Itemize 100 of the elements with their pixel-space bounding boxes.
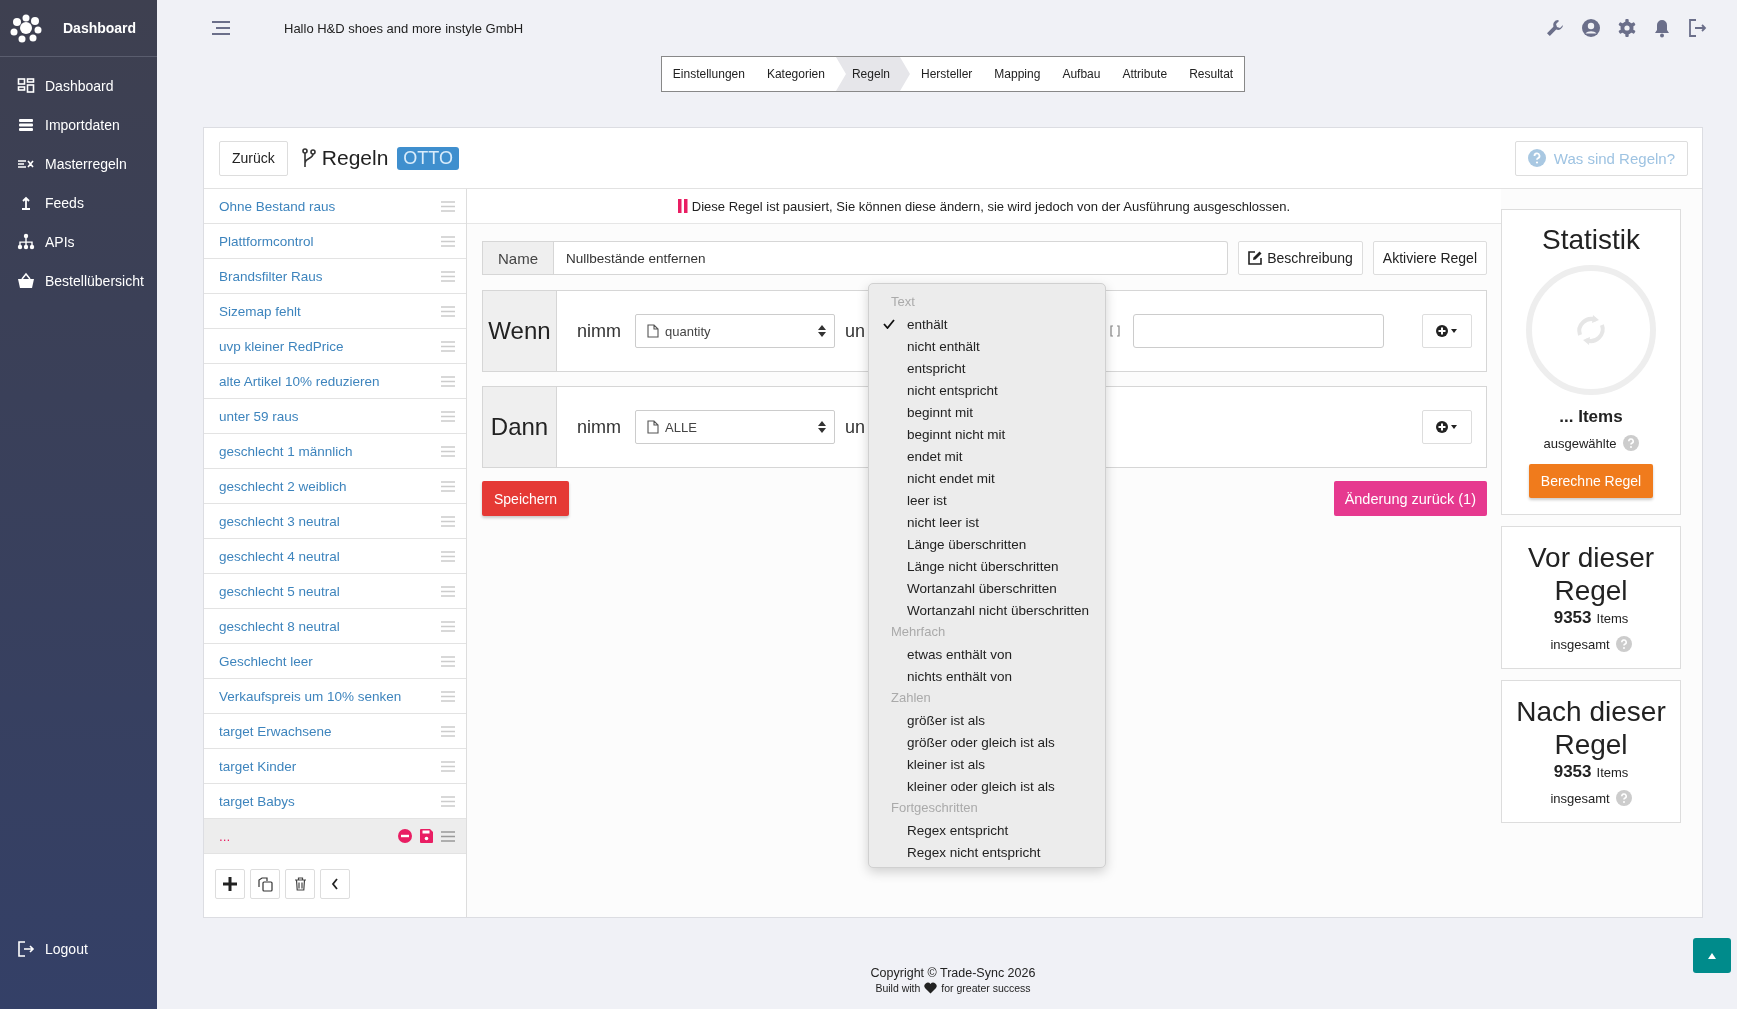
collapse-button[interactable] xyxy=(320,869,350,899)
back-button[interactable]: Zurück xyxy=(219,140,288,176)
value-input[interactable] xyxy=(1133,314,1384,348)
drag-handle-icon[interactable] xyxy=(441,480,455,492)
nav-item[interactable]: Masterregeln xyxy=(0,144,157,183)
help-icon[interactable] xyxy=(1615,790,1632,806)
add-dropdown-button[interactable] xyxy=(1422,410,1472,444)
menu-option[interactable]: nicht entspricht xyxy=(869,379,1105,401)
menu-icon[interactable] xyxy=(211,21,231,35)
step-tab[interactable]: Regeln xyxy=(835,57,910,91)
menu-option[interactable]: nichts enthält von xyxy=(869,665,1105,687)
name-input[interactable]: Nullbestände entfernen xyxy=(554,241,1229,275)
rule-item[interactable]: target Erwachsene xyxy=(204,714,466,749)
rule-item[interactable]: geschlecht 5 neutral xyxy=(204,574,466,609)
undo-button[interactable]: Änderung zurück (1) xyxy=(1333,481,1487,516)
step-tab[interactable]: Kategorien xyxy=(755,57,836,91)
duplicate-button[interactable] xyxy=(250,869,280,899)
rule-item[interactable]: Plattformcontrol xyxy=(204,224,466,259)
rule-item[interactable]: target Kinder xyxy=(204,749,466,784)
nav-item[interactable]: Bestellübersicht xyxy=(0,261,157,300)
drag-handle-icon[interactable] xyxy=(441,200,455,212)
drag-handle-icon[interactable] xyxy=(441,795,455,807)
save-button[interactable]: Speichern xyxy=(482,481,570,516)
menu-option[interactable]: enthält xyxy=(869,313,1105,335)
menu-option[interactable]: Wortanzahl überschritten xyxy=(869,577,1105,599)
menu-option[interactable]: kleiner ist als xyxy=(869,753,1105,775)
bell-icon[interactable] xyxy=(1653,18,1671,38)
nav-item[interactable]: Dashboard xyxy=(0,66,157,105)
nav-item[interactable]: Feeds xyxy=(0,183,157,222)
delete-button[interactable] xyxy=(285,869,315,899)
drag-handle-icon[interactable] xyxy=(441,445,455,457)
description-button[interactable]: Beschreibung xyxy=(1238,241,1363,275)
wrench-icon[interactable] xyxy=(1545,18,1565,38)
rule-item[interactable]: unter 59 raus xyxy=(204,399,466,434)
drag-handle-icon[interactable] xyxy=(441,830,455,842)
save-icon[interactable] xyxy=(420,829,433,843)
menu-option[interactable]: größer oder gleich ist als xyxy=(869,731,1105,753)
rule-item[interactable]: ... xyxy=(204,819,466,854)
rule-item[interactable]: geschlecht 3 neutral xyxy=(204,504,466,539)
drag-handle-icon[interactable] xyxy=(441,340,455,352)
drag-handle-icon[interactable] xyxy=(441,375,455,387)
rule-item[interactable]: uvp kleiner RedPrice xyxy=(204,329,466,364)
drag-handle-icon[interactable] xyxy=(441,550,455,562)
step-tab[interactable]: Mapping xyxy=(983,57,1052,91)
settings-icon[interactable] xyxy=(1617,18,1637,38)
drag-handle-icon[interactable] xyxy=(441,620,455,632)
menu-option[interactable]: leer ist xyxy=(869,489,1105,511)
menu-option[interactable]: Länge nicht überschritten xyxy=(869,555,1105,577)
rule-item[interactable]: geschlecht 8 neutral xyxy=(204,609,466,644)
drag-handle-icon[interactable] xyxy=(441,760,455,772)
menu-option[interactable]: entspricht xyxy=(869,357,1105,379)
menu-option[interactable]: größer ist als xyxy=(869,709,1105,731)
menu-option[interactable]: nicht leer ist xyxy=(869,511,1105,533)
step-tab[interactable]: Hersteller xyxy=(910,57,984,91)
brand-name[interactable]: Dashboard xyxy=(63,20,137,36)
rule-item[interactable]: geschlecht 2 weiblich xyxy=(204,469,466,504)
scroll-top-button[interactable] xyxy=(1693,938,1731,973)
field-select[interactable]: ALLE xyxy=(635,410,835,444)
add-button[interactable] xyxy=(215,869,245,899)
rule-item[interactable]: Verkaufspreis um 10% senken xyxy=(204,679,466,714)
menu-option[interactable]: Regex nicht entspricht xyxy=(869,841,1105,863)
nav-item[interactable]: APIs xyxy=(0,222,157,261)
menu-option[interactable]: nicht enthält xyxy=(869,335,1105,357)
remove-icon[interactable] xyxy=(398,829,412,843)
menu-option[interactable]: kleiner oder gleich ist als xyxy=(869,775,1105,797)
menu-option[interactable]: etwas enthält von xyxy=(869,643,1105,665)
drag-handle-icon[interactable] xyxy=(441,585,455,597)
drag-handle-icon[interactable] xyxy=(441,725,455,737)
rule-item[interactable]: geschlecht 4 neutral xyxy=(204,539,466,574)
menu-option[interactable]: Regex entspricht xyxy=(869,819,1105,841)
activate-button[interactable]: Aktiviere Regel xyxy=(1372,241,1487,275)
rule-item[interactable]: geschlecht 1 männlich xyxy=(204,434,466,469)
step-tab[interactable]: Resultat xyxy=(1178,57,1245,91)
step-tab[interactable]: Aufbau xyxy=(1051,57,1112,91)
drag-handle-icon[interactable] xyxy=(441,690,455,702)
rule-item[interactable]: alte Artikel 10% reduzieren xyxy=(204,364,466,399)
drag-handle-icon[interactable] xyxy=(441,270,455,282)
nav-item[interactable]: Importdaten xyxy=(0,105,157,144)
rule-item[interactable]: Brandsfilter Raus xyxy=(204,259,466,294)
menu-option[interactable]: nicht endet mit xyxy=(869,467,1105,489)
drag-handle-icon[interactable] xyxy=(441,235,455,247)
logout-icon[interactable] xyxy=(1687,18,1707,38)
add-dropdown-button[interactable] xyxy=(1422,314,1472,348)
field-select[interactable]: quantity xyxy=(635,314,835,348)
drag-handle-icon[interactable] xyxy=(441,410,455,422)
user-icon[interactable] xyxy=(1581,18,1601,38)
drag-handle-icon[interactable] xyxy=(441,515,455,527)
step-tab[interactable]: Attribute xyxy=(1111,57,1179,91)
menu-option[interactable]: Länge überschritten xyxy=(869,533,1105,555)
drag-handle-icon[interactable] xyxy=(441,305,455,317)
drag-handle-icon[interactable] xyxy=(441,655,455,667)
logout-link[interactable]: Logout xyxy=(0,929,157,968)
menu-option[interactable]: Wortanzahl nicht überschritten xyxy=(869,599,1105,621)
help-icon[interactable] xyxy=(1615,636,1632,652)
menu-option[interactable]: beginnt mit xyxy=(869,401,1105,423)
help-icon[interactable] xyxy=(1622,435,1639,451)
menu-option[interactable]: beginnt nicht mit xyxy=(869,423,1105,445)
menu-option[interactable]: endet mit xyxy=(869,445,1105,467)
rule-item[interactable]: Ohne Bestand raus xyxy=(204,189,466,224)
rule-item[interactable]: Geschlecht leer xyxy=(204,644,466,679)
